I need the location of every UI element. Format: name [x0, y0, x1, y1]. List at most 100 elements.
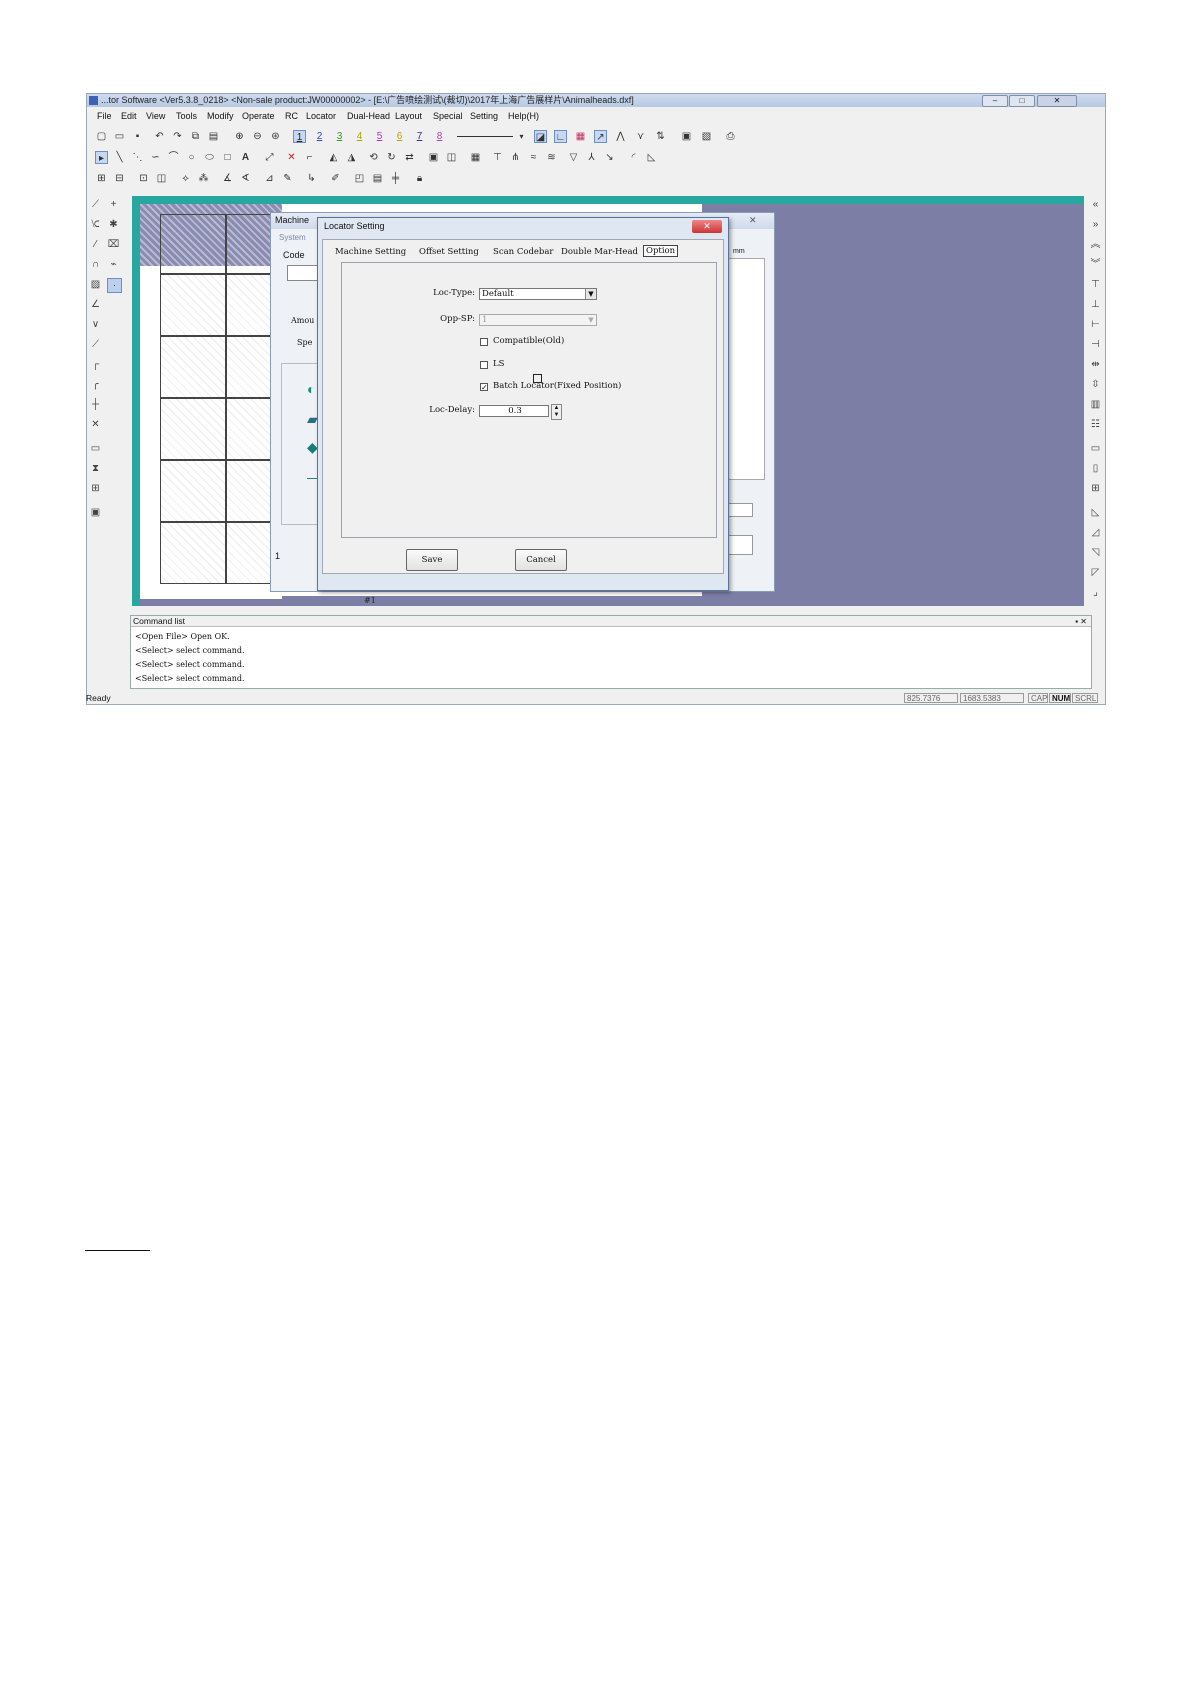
- lock-icon[interactable]: 🔒︎: [413, 172, 426, 185]
- extend-icon[interactable]: ↘: [603, 151, 616, 164]
- cross-box-icon[interactable]: ⌧: [107, 238, 120, 251]
- menu-edit[interactable]: Edit: [121, 111, 137, 121]
- lead-icon[interactable]: ↳: [305, 172, 318, 185]
- pen-2-button[interactable]: 2: [313, 130, 326, 143]
- chevron-down-icon[interactable]: ▼: [585, 289, 596, 299]
- compatible-checkbox[interactable]: [480, 338, 488, 346]
- pen-5-button[interactable]: 5: [373, 130, 386, 143]
- copy-icon[interactable]: ⧉: [189, 130, 202, 143]
- circle-icon[interactable]: ○: [185, 151, 198, 164]
- top-right-icon[interactable]: ◹: [1089, 546, 1102, 559]
- curve-icon[interactable]: ∽: [149, 151, 162, 164]
- center-h-icon[interactable]: ⇹: [1089, 358, 1102, 371]
- center-v-icon[interactable]: ⇳: [1089, 378, 1102, 391]
- pen-8-button[interactable]: 8: [433, 130, 446, 143]
- bottom-left-icon[interactable]: ◺: [1089, 506, 1102, 519]
- chevron-down-icon[interactable]: ▼: [586, 315, 596, 325]
- zoom-all-icon[interactable]: ⊛: [269, 130, 282, 143]
- double-up-icon[interactable]: ︽: [1089, 238, 1102, 251]
- angle-icon[interactable]: ∡: [221, 172, 234, 185]
- delete-icon[interactable]: ✕: [285, 151, 298, 164]
- down-triangle-icon[interactable]: ▽: [567, 151, 580, 164]
- tab-double-mar-head[interactable]: Double Mar-Head: [561, 247, 638, 257]
- tab-machine-setting[interactable]: Machine Setting: [335, 247, 406, 257]
- pen-3-button[interactable]: 3: [333, 130, 346, 143]
- line-icon[interactable]: ╲: [113, 151, 126, 164]
- top-left-icon[interactable]: ◸: [1089, 566, 1102, 579]
- close-button[interactable]: ✕: [1037, 95, 1077, 107]
- tab-offset-setting[interactable]: Offset Setting: [419, 247, 479, 257]
- layout-tool-icon[interactable]: ⊞: [89, 482, 102, 495]
- machine-tab-system[interactable]: System: [279, 233, 306, 242]
- loc-delay-spinner[interactable]: ▲ ▼: [551, 404, 562, 420]
- slant-icon[interactable]: ⟋: [89, 338, 102, 351]
- arc-icon[interactable]: ⌒: [167, 151, 180, 164]
- grid-cell[interactable]: [160, 336, 226, 398]
- menu-setting[interactable]: Setting: [470, 111, 498, 121]
- menu-locator[interactable]: Locator: [306, 111, 336, 121]
- paste-icon[interactable]: ▤: [207, 130, 220, 143]
- grid-cell[interactable]: [160, 522, 226, 584]
- menu-special[interactable]: Special: [433, 111, 463, 121]
- align-left-icon[interactable]: ⊢: [1089, 318, 1102, 331]
- minimize-button[interactable]: –: [982, 95, 1008, 107]
- frame-tool-icon[interactable]: ▭: [89, 442, 102, 455]
- chamfer-icon[interactable]: ◺: [645, 151, 658, 164]
- menu-file[interactable]: File: [97, 111, 112, 121]
- grid-cell[interactable]: [160, 214, 226, 274]
- join-icon[interactable]: ⋔: [509, 151, 522, 164]
- weld-icon[interactable]: ⟈: [89, 218, 102, 231]
- distribute-v-icon[interactable]: ☷: [1089, 418, 1102, 431]
- board-icon[interactable]: ▤: [371, 172, 384, 185]
- gear-icon[interactable]: ◐: [307, 381, 315, 397]
- title-bar[interactable]: ...tor Software <Ver5.3.8_0218> <Non-sal…: [87, 94, 1105, 107]
- x-tool-icon[interactable]: ✕: [89, 418, 102, 431]
- rotate-icon[interactable]: ⟲: [367, 151, 380, 164]
- path-icon[interactable]: ⋎: [634, 130, 647, 143]
- redo-icon[interactable]: ↷: [171, 130, 184, 143]
- distribute-icon[interactable]: ▥: [1089, 398, 1102, 411]
- align-right-icon[interactable]: ⊣: [1089, 338, 1102, 351]
- path-order-icon[interactable]: ⇅: [654, 130, 667, 143]
- trim-icon[interactable]: ⅄: [585, 151, 598, 164]
- nest-icon[interactable]: ⟡: [179, 172, 192, 185]
- offset-icon[interactable]: ≋: [545, 151, 558, 164]
- sort-icon[interactable]: ⊞: [95, 172, 108, 185]
- align-top-icon[interactable]: ⊤: [1089, 278, 1102, 291]
- layer-icon[interactable]: ▣: [680, 130, 693, 143]
- mirror-h-icon[interactable]: ◭: [327, 151, 340, 164]
- opp-sp-select[interactable]: 1 ▼: [479, 314, 597, 326]
- cut-sheet[interactable]: [140, 204, 282, 599]
- double-right-icon[interactable]: »: [1089, 218, 1102, 231]
- rectangle-icon[interactable]: □: [221, 151, 234, 164]
- new-file-icon[interactable]: ▢: [95, 130, 108, 143]
- scissor-line-icon[interactable]: ⁄: [89, 238, 102, 251]
- u-shape-icon[interactable]: ∩: [89, 258, 102, 271]
- tee-icon[interactable]: ┼: [89, 398, 102, 411]
- corner-mark-icon[interactable]: ⌟: [1089, 586, 1102, 599]
- polyline-icon[interactable]: ⋱: [131, 151, 144, 164]
- grid-icon[interactable]: ▦: [574, 130, 587, 143]
- machine-list[interactable]: [723, 258, 765, 480]
- menu-layout[interactable]: Layout: [395, 111, 422, 121]
- grid-cell[interactable]: [160, 460, 226, 522]
- maximize-button[interactable]: □: [1009, 95, 1035, 107]
- loc-type-select[interactable]: Default ▼: [479, 288, 597, 300]
- menu-dual-head[interactable]: Dual-Head: [347, 111, 390, 121]
- align-icon[interactable]: ⊤: [491, 151, 504, 164]
- tangent-icon[interactable]: ⌁: [107, 258, 120, 271]
- menu-help[interactable]: Help(H): [508, 111, 539, 121]
- measure-icon[interactable]: ⤢: [263, 151, 276, 164]
- snap-icon[interactable]: ◪: [534, 130, 547, 143]
- locator-titlebar[interactable]: Locator Setting ✕: [318, 218, 728, 236]
- matrix-icon[interactable]: ⁂: [197, 172, 210, 185]
- node-icon[interactable]: ⋀: [614, 130, 627, 143]
- pen-tool-icon[interactable]: ✎: [281, 172, 294, 185]
- bottom-right-icon[interactable]: ◿: [1089, 526, 1102, 539]
- cross-icon[interactable]: ╪: [389, 172, 402, 185]
- corner-icon[interactable]: ┌: [89, 358, 102, 371]
- box-icon[interactable]: ⊡: [137, 172, 150, 185]
- ls-checkbox[interactable]: [480, 361, 488, 369]
- ellipse-icon[interactable]: ⬭: [203, 151, 216, 164]
- flip-icon[interactable]: ⇄: [403, 151, 416, 164]
